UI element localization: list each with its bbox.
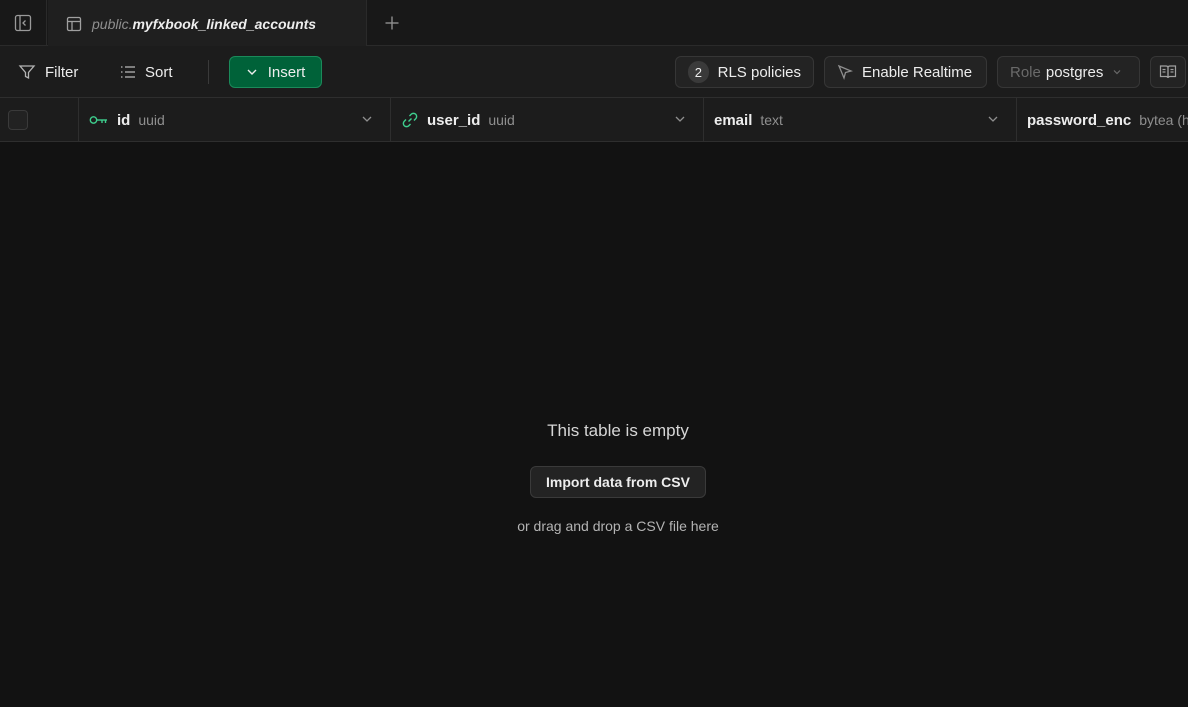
empty-state-title: This table is empty <box>547 421 689 440</box>
sidebar-toggle-button[interactable] <box>0 0 47 46</box>
role-selector[interactable]: Role postgres <box>997 56 1140 88</box>
chevron-down-icon <box>247 69 257 75</box>
column-type: bytea (h <box>1139 112 1188 128</box>
rls-count-badge: 2 <box>688 61 709 83</box>
pointer-icon <box>837 64 853 80</box>
rls-label: RLS policies <box>717 63 801 81</box>
plus-icon <box>385 16 399 30</box>
key-icon <box>89 116 107 124</box>
column-type: uuid <box>138 112 165 128</box>
grid-header: id uuid user_id uuid email text password… <box>0 98 1188 142</box>
realtime-label: Enable Realtime <box>862 63 973 81</box>
table-icon <box>66 16 82 31</box>
book-open-icon <box>1159 65 1177 79</box>
import-csv-button[interactable]: Import data from CSV <box>530 466 706 498</box>
tab-table[interactable]: public.myfxbook_linked_accounts <box>48 0 367 47</box>
column-header-id[interactable]: id uuid <box>79 98 391 142</box>
chevron-down-icon[interactable] <box>360 112 374 126</box>
insert-label: Insert <box>267 63 306 81</box>
column-type: text <box>760 112 783 128</box>
drop-hint-text: or drag and drop a CSV file here <box>517 518 719 534</box>
toolbar-divider <box>208 60 209 84</box>
api-docs-button[interactable] <box>1150 56 1186 88</box>
new-tab-button[interactable] <box>376 6 408 40</box>
select-all-checkbox[interactable] <box>8 110 28 130</box>
column-type: uuid <box>488 112 515 128</box>
sidebar-collapse-icon <box>14 14 32 32</box>
column-name: id <box>117 111 131 129</box>
filter-icon <box>18 65 36 80</box>
rls-policies-button[interactable]: 2 RLS policies <box>675 56 814 88</box>
sort-label: Sort <box>145 63 173 81</box>
column-header-email[interactable]: email text <box>704 98 1017 142</box>
column-name: user_id <box>427 111 481 129</box>
role-value: postgres <box>1045 63 1104 81</box>
enable-realtime-button[interactable]: Enable Realtime <box>824 56 987 88</box>
filter-label: Filter <box>45 63 79 81</box>
column-name: password_enc <box>1027 111 1132 129</box>
column-name: email <box>714 111 753 129</box>
chevron-down-icon[interactable] <box>673 112 687 126</box>
sort-button[interactable]: Sort <box>120 56 173 88</box>
table-toolbar: Filter Sort Insert 2 RLS policies Enable… <box>0 46 1188 98</box>
tab-bar: public.myfxbook_linked_accounts <box>0 0 1188 47</box>
list-icon <box>121 66 135 78</box>
insert-button[interactable]: Insert <box>229 56 322 88</box>
column-header-password-enc[interactable]: password_enc bytea (h <box>1017 98 1188 142</box>
column-header-user-id[interactable]: user_id uuid <box>391 98 704 142</box>
select-all-cell <box>0 98 79 142</box>
chevron-down-icon <box>1113 70 1121 75</box>
link-icon <box>402 112 418 128</box>
tab-label: public.myfxbook_linked_accounts <box>92 16 316 32</box>
chevron-down-icon[interactable] <box>986 112 1000 126</box>
tab-table-name: myfxbook_linked_accounts <box>132 15 317 32</box>
role-prefix-label: Role <box>1010 63 1041 81</box>
tab-schema: public. <box>92 15 133 32</box>
filter-button[interactable]: Filter <box>18 56 78 88</box>
